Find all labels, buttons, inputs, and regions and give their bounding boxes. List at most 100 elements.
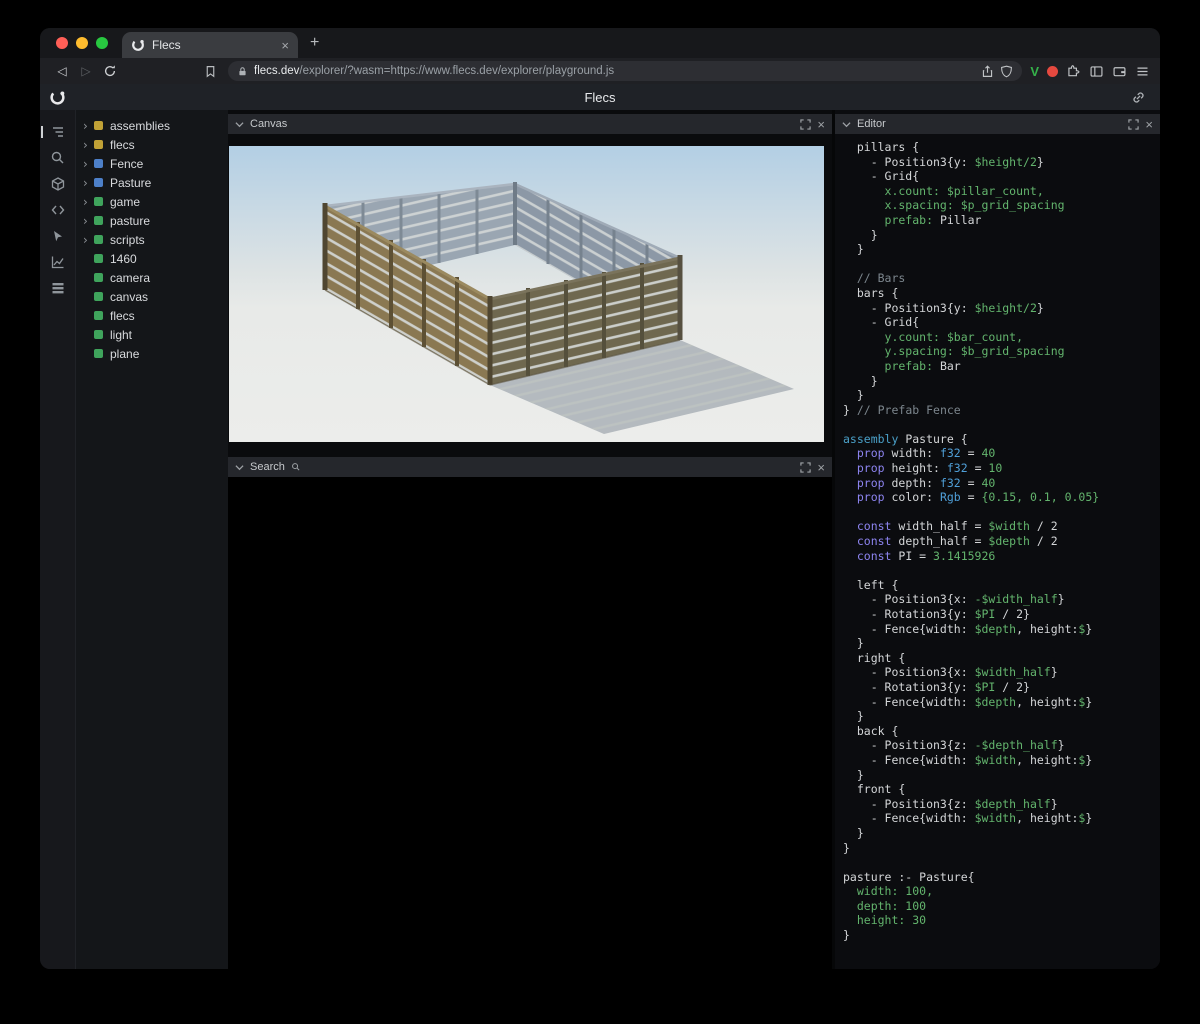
code-line: pasture :- Pasture{ [843,870,1158,885]
close-panel-icon[interactable]: × [817,461,825,474]
entity-color-swatch [94,197,103,206]
tree-icon[interactable] [47,124,69,140]
code-line: pillars { [843,140,1158,155]
code-line: - Rotation3{y: $PI / 2} [843,607,1158,622]
extensions-puzzle-icon[interactable] [1066,64,1081,79]
tree-item[interactable]: ›flecs [76,135,228,154]
menu-icon[interactable] [1135,64,1150,79]
share-icon[interactable] [981,65,994,78]
code-editor[interactable]: pillars { - Position3{y: $height/2} - Gr… [835,134,1160,969]
entity-color-swatch [94,292,103,301]
code-line: assembly Pasture { [843,432,1158,447]
rows-icon[interactable] [47,280,69,296]
expand-chevron-icon[interactable]: › [83,158,94,170]
window-controls [56,37,108,49]
search-results-area[interactable] [228,477,832,969]
close-panel-icon[interactable]: × [817,118,825,131]
tree-item[interactable]: › game [76,192,228,211]
code-line: - Grid{ [843,169,1158,184]
code-line: - Position3{x: -$width_half} [843,592,1158,607]
code-line: } [843,709,1158,724]
expand-chevron-icon[interactable]: › [83,139,94,151]
sidebar-toggle-icon[interactable] [1089,64,1104,79]
tab-bar: Flecs × + [40,28,1160,58]
v-extension-icon[interactable]: V [1030,64,1039,79]
tree-item[interactable]: ›assemblies [76,116,228,135]
entities-box-icon[interactable] [47,176,69,192]
tree-item[interactable]: › Pasture [76,173,228,192]
tree-item[interactable]: light [76,325,228,344]
back-icon[interactable]: ◁ [50,60,74,82]
code-line: } [843,242,1158,257]
code-line: - Position3{x: $width_half} [843,665,1158,680]
entity-color-swatch [94,178,103,187]
window-minimize-button[interactable] [76,37,88,49]
entity-color-swatch [94,159,103,168]
search-icon[interactable] [47,150,69,166]
url-bar[interactable]: flecs.dev/explorer/?wasm=https://www.fle… [228,61,1022,81]
tree-item[interactable]: camera [76,268,228,287]
collapse-chevron-icon[interactable] [235,464,244,471]
shield-icon[interactable] [1000,65,1013,78]
reload-icon[interactable] [98,60,122,82]
bookmark-icon[interactable] [198,60,222,82]
explorer-content: ›assemblies›flecs›Fence›Pasture›game›pas… [40,110,1160,969]
entity-color-swatch [94,216,103,225]
tree-item[interactable]: ›pasture [76,211,228,230]
expand-chevron-icon[interactable]: › [83,215,94,227]
code-line: - Fence{width: $depth, height:$} [843,695,1158,710]
code-line: } [843,388,1158,403]
tree-item[interactable]: ›Fence [76,154,228,173]
browser-tab[interactable]: Flecs × [122,32,298,58]
tree-item[interactable]: ›scripts [76,230,228,249]
entity-color-swatch [94,254,103,263]
code-line: } [843,841,1158,856]
editor-panel-title: Editor [857,118,886,130]
collapse-chevron-icon[interactable] [235,121,244,128]
expand-chevron-icon[interactable]: › [83,196,94,208]
wallet-icon[interactable] [1112,64,1127,79]
lock-icon [237,66,248,77]
fullscreen-icon[interactable] [1128,119,1139,130]
tree-item-label: game [110,195,140,209]
expand-chevron-icon[interactable]: › [83,177,94,189]
left-icon-strip [40,110,75,969]
tab-close-icon[interactable]: × [281,39,289,52]
fullscreen-icon[interactable] [800,462,811,473]
browser-window: Flecs × + ◁ ▷ flecs.dev/explorer/?wasm=h… [40,28,1160,969]
expand-chevron-icon[interactable]: › [83,234,94,246]
tree-item[interactable]: plane [76,344,228,363]
link-icon[interactable] [1131,90,1146,105]
code-line: - Grid{ [843,315,1158,330]
window-zoom-button[interactable] [96,37,108,49]
entity-color-swatch [94,121,103,130]
entity-color-swatch [94,235,103,244]
tree-item[interactable]: 1460 [76,249,228,268]
canvas-3d-scene[interactable] [229,146,824,442]
new-tab-button[interactable]: + [310,35,319,51]
tree-item-label: canvas [110,290,148,304]
window-close-button[interactable] [56,37,68,49]
flecs-logo-icon[interactable] [49,89,66,106]
code-line: prop height: f32 = 10 [843,461,1158,476]
code-line: } [843,826,1158,841]
page-title: Flecs [40,90,1160,105]
tree-item[interactable]: canvas [76,287,228,306]
record-extension-icon[interactable] [1047,66,1058,77]
tree-item[interactable]: flecs [76,306,228,325]
inspect-cursor-icon[interactable] [47,228,69,244]
stats-chart-icon[interactable] [47,254,69,270]
fullscreen-icon[interactable] [800,119,811,130]
collapse-chevron-icon[interactable] [842,121,851,128]
expand-chevron-icon[interactable]: › [83,120,94,132]
code-line: } [843,636,1158,651]
close-panel-icon[interactable]: × [1145,118,1153,131]
forward-icon[interactable]: ▷ [74,60,98,82]
tree-item-label: Pasture [110,176,151,190]
extension-buttons: V [1030,64,1150,79]
entity-color-swatch [94,330,103,339]
code-line: const width_half = $width / 2 [843,519,1158,534]
code-icon[interactable] [47,202,69,218]
code-line: - Position3{y: $height/2} [843,301,1158,316]
tab-title: Flecs [152,38,274,52]
